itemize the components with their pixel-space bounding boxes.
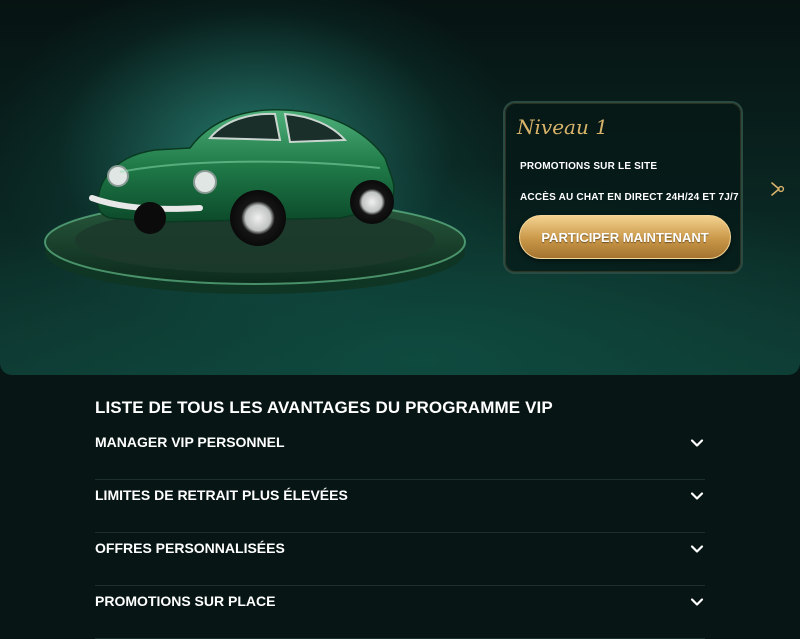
accordion-item-label: MANAGER VIP PERSONNEL	[95, 434, 285, 450]
chevron-right-icon[interactable]	[768, 178, 790, 200]
chevron-down-icon[interactable]	[689, 594, 705, 610]
chevron-down-icon[interactable]	[689, 488, 705, 504]
accordion-item-label: PROMOTIONS SUR PLACE	[95, 593, 276, 609]
perk-live-chat: ACCÈS AU CHAT EN DIRECT 24H/24 ET 7J/7	[520, 192, 739, 203]
chevron-down-icon[interactable]	[689, 541, 705, 557]
accordion-item-personal-vip-manager[interactable]: MANAGER VIP PERSONNEL	[95, 427, 705, 480]
accordion-item-on-site-promotions[interactable]: PROMOTIONS SUR PLACE	[95, 586, 705, 639]
participate-now-button[interactable]: PARTICIPER MAINTENANT	[519, 215, 731, 259]
car-turntable-image	[44, 109, 466, 294]
accordion-item-higher-withdrawal-limits[interactable]: LIMITES DE RETRAIT PLUS ÉLEVÉES	[95, 480, 705, 533]
accordion-item-personalized-offers[interactable]: OFFRES PERSONNALISÉES	[95, 533, 705, 586]
accordion-item-label: OFFRES PERSONNALISÉES	[95, 540, 285, 556]
benefits-section-title: LISTE DE TOUS LES AVANTAGES DU PROGRAMME…	[95, 398, 553, 417]
vip-hero-banner: Niveau 1 PROMOTIONS SUR LE SITE ACCÈS AU…	[0, 0, 800, 375]
accordion-item-label: LIMITES DE RETRAIT PLUS ÉLEVÉES	[95, 487, 348, 503]
chevron-down-icon[interactable]	[689, 435, 705, 451]
level-card: Niveau 1 PROMOTIONS SUR LE SITE ACCÈS AU…	[503, 101, 743, 274]
perk-site-promotions: PROMOTIONS SUR LE SITE	[520, 161, 658, 172]
level-title: Niveau 1	[517, 115, 608, 139]
